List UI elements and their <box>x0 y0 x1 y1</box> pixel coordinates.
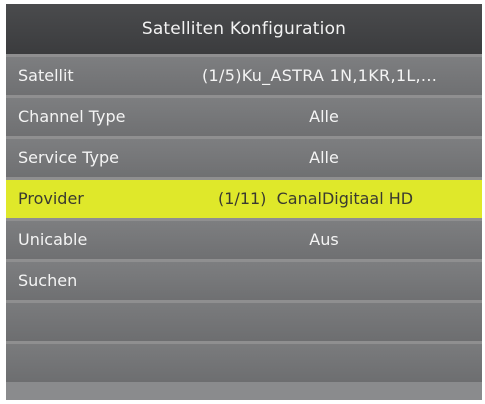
row-label: Unicable <box>18 230 88 249</box>
row-label: Satellit <box>18 66 74 85</box>
menu-row-satellite[interactable]: Satellit (1/5)Ku_ASTRA 1N,1KR,1L,... <box>6 57 482 95</box>
satellite-index: (1/5) <box>202 66 242 85</box>
provider-name: CanalDigitaal HD <box>276 189 414 208</box>
empty-row <box>6 344 482 382</box>
unicable-value: Aus <box>309 230 339 249</box>
row-label: Provider <box>18 189 84 208</box>
menu-row-channel-type[interactable]: Channel Type Alle <box>6 98 482 136</box>
tv-menu-screen: Satelliten Konfiguration Satellit (1/5)K… <box>6 4 482 400</box>
row-label: Suchen <box>18 271 78 290</box>
row-label: Service Type <box>18 148 119 167</box>
service-type-value: Alle <box>309 148 339 167</box>
bottom-band <box>6 382 482 400</box>
satellite-value: (1/5)Ku_ASTRA 1N,1KR,1L,... <box>202 57 472 95</box>
satellite-name: Ku_ASTRA 1N,1KR,1L,... <box>241 66 438 85</box>
provider-value: (1/11) CanalDigitaal HD <box>218 180 413 218</box>
channel-type-value: Alle <box>309 107 339 126</box>
menu-row-unicable[interactable]: Unicable Aus <box>6 221 482 259</box>
satellite-config-menu: Satellit (1/5)Ku_ASTRA 1N,1KR,1L,... Cha… <box>6 57 482 385</box>
menu-title: Satelliten Konfiguration <box>6 4 482 54</box>
provider-index: (1/11) <box>218 189 267 208</box>
menu-row-search[interactable]: Suchen <box>6 262 482 300</box>
menu-row-provider[interactable]: Provider (1/11) CanalDigitaal HD <box>6 180 482 218</box>
empty-row <box>6 303 482 341</box>
row-label: Channel Type <box>18 107 126 126</box>
menu-row-service-type[interactable]: Service Type Alle <box>6 139 482 177</box>
